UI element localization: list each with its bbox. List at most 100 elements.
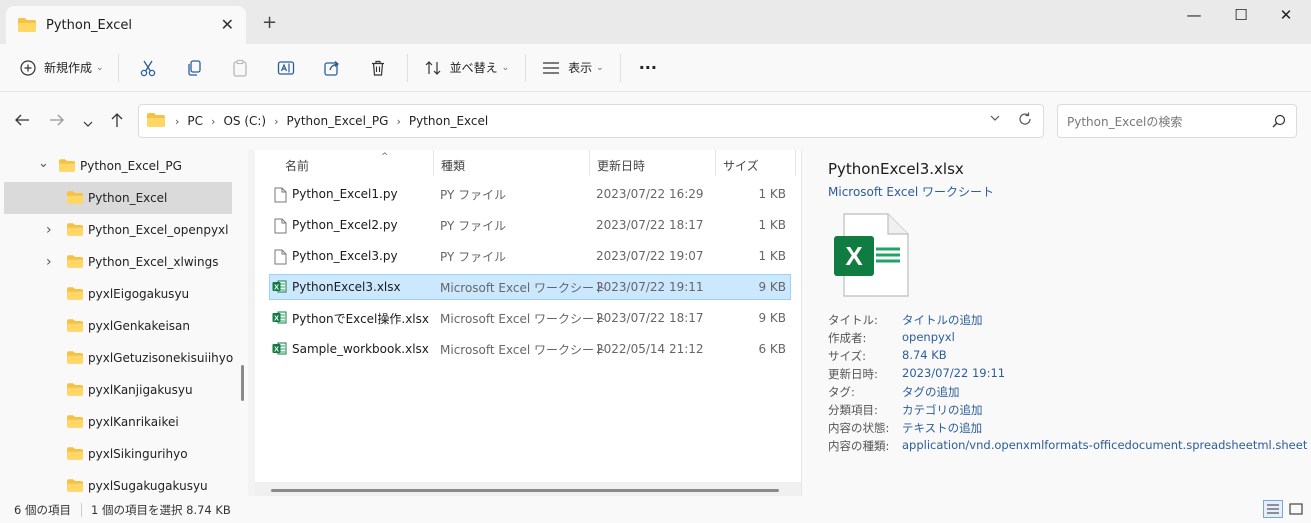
maximize-button[interactable]: ☐ xyxy=(1221,6,1261,28)
nav-item-label: pyxlGenkakeisan xyxy=(88,319,190,333)
nav-item-pyxleigogakusyu[interactable]: pyxlEigogakusyu xyxy=(4,278,232,310)
sort-icon xyxy=(424,60,442,76)
file-type: PY ファイル xyxy=(440,187,507,202)
nav-scrollbar-thumb[interactable] xyxy=(241,365,244,401)
nav-item-label: pyxlEigogakusyu xyxy=(88,287,190,301)
property-value[interactable]: タイトルの追加 xyxy=(902,312,983,330)
sort-button[interactable]: 並べ替え ⌄ xyxy=(414,51,520,85)
paste-button[interactable] xyxy=(217,51,263,85)
chevron-down-icon[interactable]: ⌄ xyxy=(38,156,49,171)
view-button[interactable]: 表示 ⌄ xyxy=(532,51,614,85)
nav-item-pyxlkanjigakusyu[interactable]: pyxlKanjigakusyu xyxy=(4,374,232,406)
up-arrow-icon[interactable] xyxy=(110,112,124,132)
column-header-type[interactable]: 種類 xyxy=(441,154,465,176)
breadcrumb-python-excel[interactable]: Python_Excel xyxy=(409,114,488,128)
file-row[interactable]: Python_Excel2.py PY ファイル 2023/07/22 18:17 1… xyxy=(269,212,791,238)
forward-arrow-icon[interactable] xyxy=(49,112,65,131)
column-divider[interactable] xyxy=(715,150,716,176)
close-window-button[interactable]: ✕ xyxy=(1266,6,1306,28)
file-row[interactable]: Python_Excel1.py PY ファイル 2023/07/22 16:29 1… xyxy=(269,181,791,207)
property-key: 内容の状態: xyxy=(828,421,890,435)
sort-label: 並べ替え xyxy=(449,61,498,75)
recent-chevron-down-icon[interactable] xyxy=(82,114,94,133)
property-row: サイズ: 8.74 KB xyxy=(828,348,947,366)
nav-item-pyxlkanrikaikei[interactable]: pyxlKanrikaikei xyxy=(4,406,232,438)
property-key: タイトル: xyxy=(828,313,878,327)
nav-item-pyxlgenkakeisan[interactable]: pyxlGenkakeisan xyxy=(4,310,232,342)
file-date: 2022/05/14 21:12 xyxy=(596,342,704,356)
chevron-right-icon[interactable]: › xyxy=(46,254,52,270)
cut-button[interactable] xyxy=(125,51,171,85)
file-row[interactable]: Python_Excel3.py PY ファイル 2023/07/22 19:07 1… xyxy=(269,243,791,269)
file-name: PythonでExcel操作.xlsx xyxy=(292,311,429,326)
nav-item-pyxlsikingurihyo[interactable]: pyxlSikingurihyo xyxy=(4,438,232,470)
details-view-button[interactable] xyxy=(1263,500,1283,518)
toolbar-divider xyxy=(619,53,621,82)
new-button[interactable]: 新規作成 ⌄ xyxy=(12,51,112,85)
tiles-view-button[interactable] xyxy=(1286,500,1306,518)
delete-button[interactable] xyxy=(355,51,401,85)
command-bar: 新規作成 ⌄ 並べ替え ⌄ 表示 ⌄ ··· xyxy=(0,44,1311,92)
copy-button[interactable] xyxy=(171,51,217,85)
column-divider[interactable] xyxy=(795,150,796,176)
new-tab-button[interactable]: + xyxy=(262,12,277,33)
file-row[interactable]: X PythonでExcel操作.xlsx Microsoft Excel ワークシ… xyxy=(269,305,791,331)
property-value[interactable]: テキストの追加 xyxy=(902,420,982,438)
property-key: 分類項目: xyxy=(828,403,878,417)
property-value[interactable]: カテゴリの追加 xyxy=(902,402,983,420)
breadcrumb-python-excel-pg[interactable]: Python_Excel_PG xyxy=(287,114,389,128)
status-bar: 6 個の項目 1 個の項目を選択 8.74 KB xyxy=(0,496,1311,523)
file-name: Python_Excel3.py xyxy=(292,249,398,263)
column-header-size[interactable]: サイズ xyxy=(723,154,759,176)
share-icon xyxy=(323,59,341,77)
property-value[interactable]: 2023/07/22 19:11 xyxy=(902,366,1005,384)
copy-icon xyxy=(185,59,203,77)
property-key: 作成者: xyxy=(828,331,867,345)
rename-button[interactable] xyxy=(263,51,309,85)
column-divider[interactable] xyxy=(589,150,590,176)
chevron-right-icon[interactable]: › xyxy=(46,222,52,238)
file-type: Microsoft Excel ワークシート xyxy=(440,311,607,326)
property-row: 分類項目: カテゴリの追加 xyxy=(828,402,983,420)
nav-item-label: Python_Excel_PG xyxy=(80,159,182,173)
property-value[interactable]: openpyxl xyxy=(902,330,955,348)
nav-item-python-excel[interactable]: Python_Excel xyxy=(4,182,232,214)
property-value[interactable]: タグの追加 xyxy=(902,384,960,402)
column-divider[interactable] xyxy=(433,150,434,176)
nav-item-python-excel-openpyxl[interactable]: › Python_Excel_openpyxl xyxy=(4,214,232,246)
tab-python-excel[interactable]: Python_Excel ✕ xyxy=(6,6,246,44)
property-key: 更新日時: xyxy=(828,367,878,381)
column-header-name[interactable]: ^ 名前 xyxy=(285,152,389,176)
excel-icon: X xyxy=(272,341,287,359)
horizontal-scrollbar-thumb[interactable] xyxy=(271,489,779,492)
property-value[interactable]: 8.74 KB xyxy=(902,348,947,366)
search-input[interactable]: Python_Excelの検索 xyxy=(1057,104,1297,138)
file-row[interactable]: X PythonExcel3.xlsx Microsoft Excel ワークシート… xyxy=(269,274,791,300)
property-value[interactable]: application/vnd.openxmlformats-officedoc… xyxy=(902,438,1307,456)
chevron-down-icon: ⌄ xyxy=(501,62,510,73)
address-bar[interactable]: › PC › OS (C:) › Python_Excel_PG › Pytho… xyxy=(138,104,1044,138)
breadcrumb-pc[interactable]: PC xyxy=(187,114,203,128)
file-date: 2023/07/22 16:29 xyxy=(596,187,704,201)
address-dropdown-icon[interactable] xyxy=(989,113,1001,126)
minimize-button[interactable]: — xyxy=(1174,6,1214,28)
share-button[interactable] xyxy=(309,51,355,85)
breadcrumb-os-c[interactable]: OS (C:) xyxy=(223,114,266,128)
more-options-button[interactable]: ··· xyxy=(627,51,669,85)
excel-icon: X xyxy=(272,310,287,328)
tab-close-icon[interactable]: ✕ xyxy=(221,15,234,34)
column-size-label: サイズ xyxy=(723,158,759,173)
refresh-icon[interactable] xyxy=(1017,111,1033,131)
file-date: 2023/07/22 18:17 xyxy=(596,311,704,325)
nav-item-python-excel-xlwings[interactable]: › Python_Excel_xlwings xyxy=(4,246,232,278)
file-row[interactable]: X Sample_workbook.xlsx Microsoft Excel ワーク… xyxy=(269,336,791,362)
file-size: 9 KB xyxy=(758,311,786,325)
search-icon[interactable] xyxy=(1272,114,1286,131)
property-row: 更新日時: 2023/07/22 19:11 xyxy=(828,366,1005,384)
nav-item-python-excel-pg[interactable]: ⌄ Python_Excel_PG xyxy=(4,150,232,182)
back-arrow-icon[interactable] xyxy=(14,112,30,131)
column-header-date[interactable]: 更新日時 xyxy=(597,154,645,176)
file-date: 2023/07/22 19:07 xyxy=(596,249,704,263)
nav-item-pyxlgetuzisonekisuiihyo[interactable]: pyxlGetuzisonekisuiihyo xyxy=(4,342,233,374)
property-row: 作成者: openpyxl xyxy=(828,330,955,348)
